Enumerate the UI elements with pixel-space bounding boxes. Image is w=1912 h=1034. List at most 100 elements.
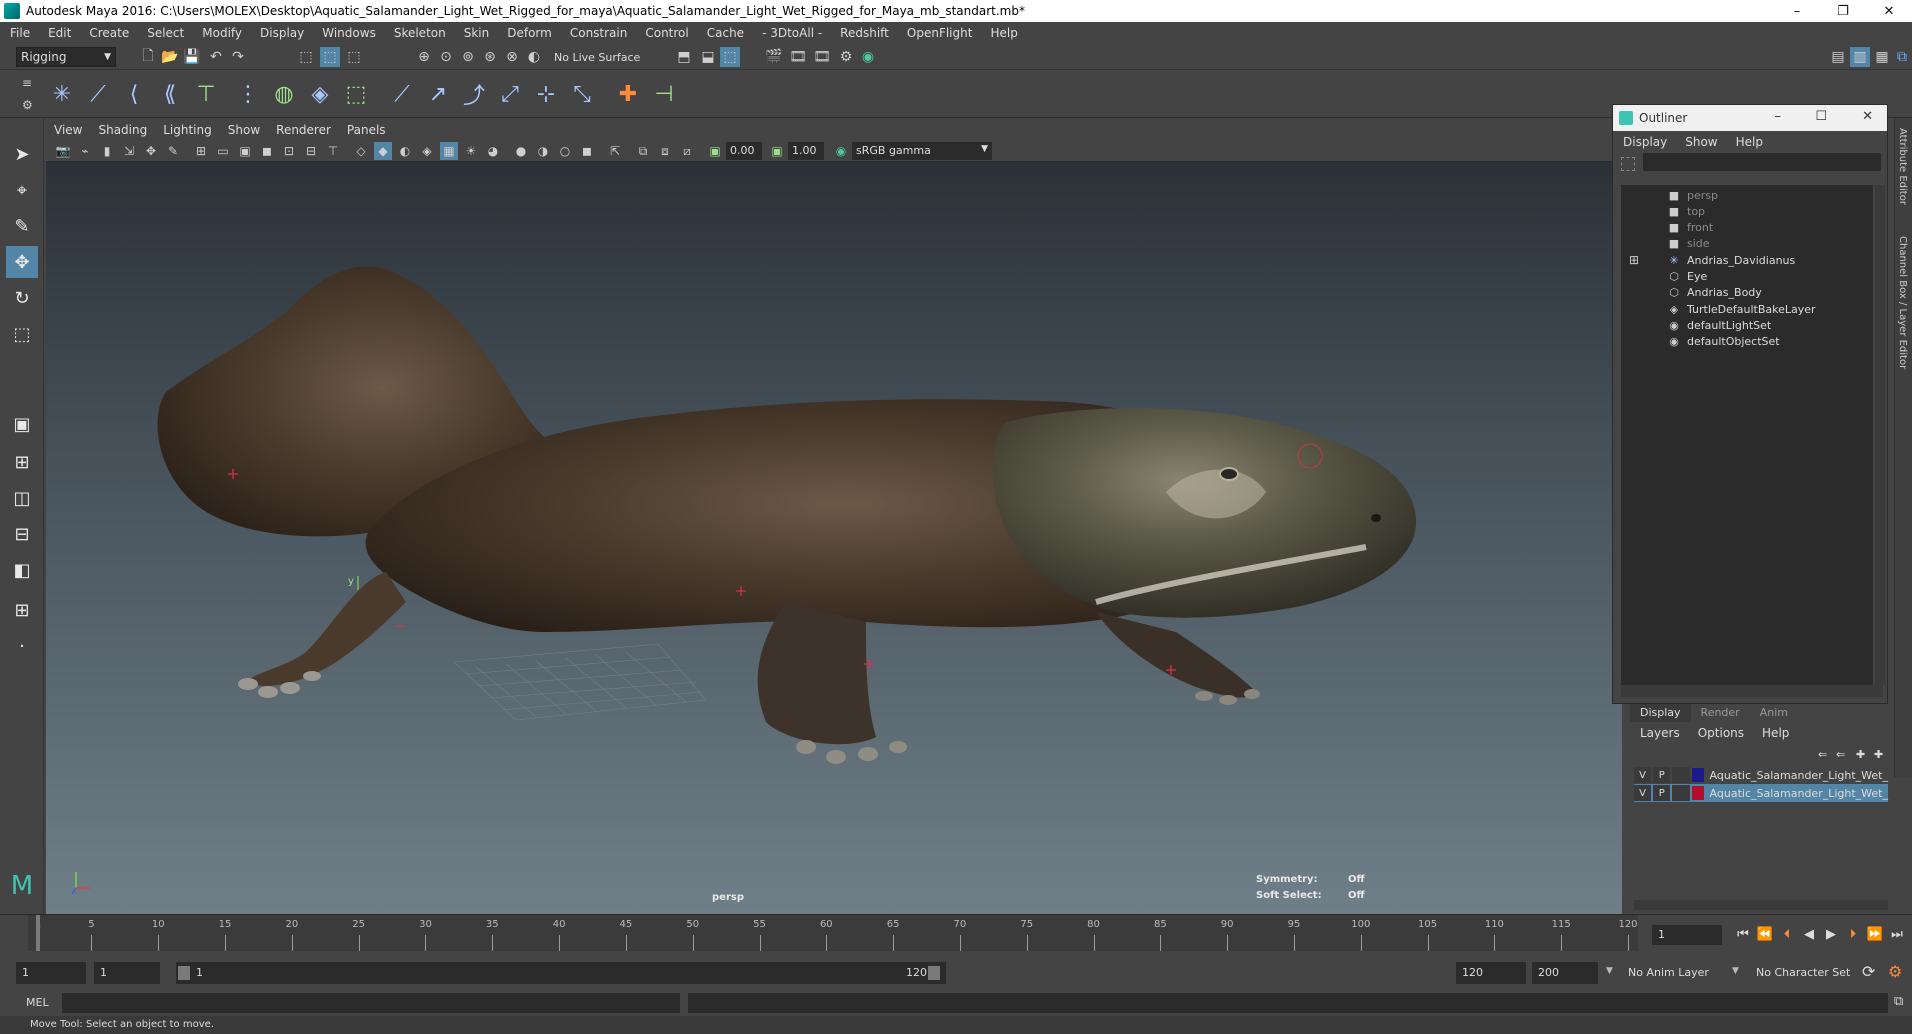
menu-modify[interactable]: Modify [202,26,242,40]
nurbs-circle-icon[interactable]: ✚ [612,78,644,110]
attribute-editor-tab[interactable]: Attribute Editor [1897,128,1908,205]
field-chart-icon[interactable]: ⊡ [280,142,298,160]
depth-of-field-icon[interactable]: ◼ [578,142,596,160]
menu-redshift[interactable]: Redshift [840,26,889,40]
tool-settings-icon[interactable]: ▦ [1872,47,1892,67]
playback-toggle[interactable]: P [1653,785,1671,801]
panel-menu-lighting[interactable]: Lighting [163,123,212,137]
gamma-icon[interactable]: ▣ [768,142,786,160]
channel-box-tab[interactable]: Channel Box / Layer Editor [1897,236,1908,369]
exposure-field[interactable]: 0.00 [726,142,762,160]
menu-file[interactable]: File [10,26,30,40]
close-button[interactable]: ✕ [1862,109,1873,124]
menu-constrain[interactable]: Constrain [570,26,628,40]
menu-display[interactable]: Display [260,26,304,40]
layer-menu-layers[interactable]: Layers [1640,726,1680,740]
step-back-frame-icon[interactable]: ⏪ [1756,925,1774,943]
playback-end-field[interactable]: 120 [1456,962,1526,984]
outliner-item-defaultobjectset[interactable]: ◉ defaultObjectSet [1621,332,1871,352]
layer-name[interactable]: Aquatic_Salamander_Light_Wet_ [1710,787,1888,800]
select-tool-icon[interactable]: ➤ [6,138,38,170]
save-scene-icon[interactable]: 💾 [182,47,202,67]
render-settings-icon[interactable]: ⚙ [836,47,856,67]
shelf-menu-icon[interactable]: ≡ [22,76,32,90]
layer-color-swatch[interactable] [1691,768,1704,782]
wireframe-on-shaded-icon[interactable]: ◈ [418,142,436,160]
step-forward-frame-icon[interactable]: ⏩ [1866,925,1884,943]
ik-spline-icon[interactable]: ⟪ [154,78,186,110]
panel-menu-renderer[interactable]: Renderer [276,123,331,137]
outliner-menu-show[interactable]: Show [1685,135,1717,149]
joint-tool-icon[interactable]: ✳ [46,78,78,110]
animation-start-field[interactable]: 1 [16,962,86,984]
render-view-icon[interactable]: 🎬 [764,47,784,67]
script-language-toggle[interactable]: MEL [26,996,49,1009]
grease-pencil-icon[interactable]: ✎ [164,142,182,160]
persp-graph-layout-icon[interactable]: ⊟ [6,518,38,550]
menu-deform[interactable]: Deform [507,26,552,40]
menu-skin[interactable]: Skin [464,26,490,40]
outliner-search-input[interactable] [1643,153,1881,171]
panel-menu-show[interactable]: Show [228,123,260,137]
panel-menu-view[interactable]: View [54,123,82,137]
locator-icon[interactable]: ⟋ [386,78,418,110]
maximize-button[interactable]: ☐ [1815,109,1827,124]
select-camera-icon[interactable]: 📷 [54,142,72,160]
make-live-icon[interactable]: ◐ [524,47,544,67]
wireframe-icon[interactable]: ◇ [352,142,370,160]
mirror-joint-icon[interactable]: ⊤ [190,78,222,110]
lasso-tool-icon[interactable]: ⌖ [6,174,38,206]
outliner-horizontal-scrollbar[interactable] [1621,685,1883,697]
image-plane-icon[interactable]: ⇲ [120,142,138,160]
snap-surface-icon[interactable]: ⊗ [502,47,522,67]
minimize-button[interactable]: – [1775,109,1782,124]
bind-skin-icon[interactable]: ⋮ [232,78,264,110]
output-ops-icon[interactable]: ⬓ [698,47,718,67]
use-default-material-icon[interactable]: ◐ [396,142,414,160]
orient-constraint-icon[interactable]: ⤢ [494,78,526,110]
outliner-menu-display[interactable]: Display [1623,135,1667,149]
anim-layer-dropdown[interactable]: No Anim Layer [1628,966,1709,979]
insert-joint-icon[interactable]: ⟋ [82,78,114,110]
textured-icon[interactable]: ▦ [440,142,458,160]
salamander-model[interactable] [46,162,1622,914]
xray-active-icon[interactable]: ⧄ [678,142,696,160]
playback-start-field[interactable]: 1 [94,962,160,984]
resolution-gate-icon[interactable]: ▣ [236,142,254,160]
xray-joints-icon[interactable]: ⧈ [656,142,674,160]
bookmark-icon[interactable]: ▮ [98,142,116,160]
viewport-persp[interactable]: y Symmetry: Off Soft Select: Off persp [46,162,1622,914]
safe-action-icon[interactable]: ⊟ [302,142,320,160]
smooth-shade-icon[interactable]: ◆ [374,142,392,160]
menu-edit[interactable]: Edit [48,26,71,40]
select-object-icon[interactable]: ⬚ [320,47,340,67]
expand-icon[interactable]: ⊞ [1629,253,1639,267]
time-slider-track[interactable]: 1510152025303540455055606570758085909510… [28,915,1638,951]
outliner-menu-help[interactable]: Help [1736,135,1763,149]
attribute-editor-toggle-icon[interactable]: ⧉ [1892,47,1912,67]
set-driven-key-icon[interactable]: ⊣ [648,78,680,110]
cluster-icon[interactable]: ⬚ [340,78,372,110]
step-back-key-icon[interactable]: ⏴ [1778,925,1796,943]
auto-key-icon[interactable]: ⟳ [1862,962,1875,981]
minimize-button[interactable]: – [1774,0,1820,22]
layer-menu-options[interactable]: Options [1698,726,1744,740]
undo-icon[interactable]: ↶ [206,47,226,67]
filter-icon[interactable] [1621,157,1635,171]
ik-handle-icon[interactable]: ⟨ [118,78,150,110]
menu-windows[interactable]: Windows [322,26,376,40]
menu-control[interactable]: Control [645,26,688,40]
point-constraint-icon[interactable]: ↗ [422,78,454,110]
play-forwards-icon[interactable]: ▶ [1822,925,1840,943]
anti-aliasing-icon[interactable]: ○ [556,142,574,160]
snap-point-icon[interactable]: ⊚ [458,47,478,67]
pole-vector-icon[interactable]: ⤡ [566,78,598,110]
step-forward-key-icon[interactable]: ⏵ [1844,925,1862,943]
layer-color-swatch[interactable] [1691,786,1704,800]
go-to-start-icon[interactable]: ⏮ [1734,925,1752,943]
motion-blur-icon[interactable]: ◑ [534,142,552,160]
scale-tool-icon[interactable]: ⬚ [6,318,38,350]
visibility-toggle[interactable]: V [1634,785,1652,801]
layer-horizontal-scrollbar[interactable] [1634,900,1888,910]
exposure-icon[interactable]: ▣ [706,142,724,160]
